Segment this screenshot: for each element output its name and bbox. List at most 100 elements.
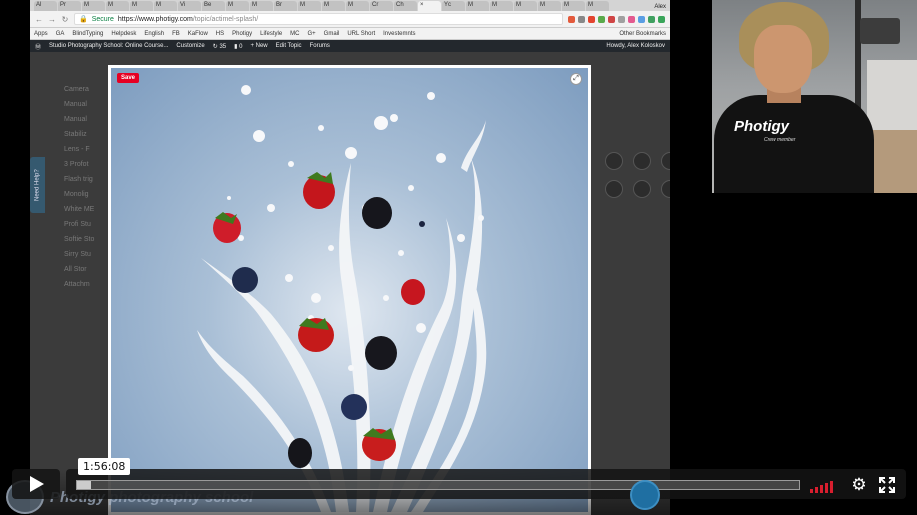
browser-tab[interactable]: M bbox=[106, 1, 129, 11]
page-list-item: Flash trig bbox=[64, 176, 93, 183]
play-button[interactable] bbox=[12, 469, 60, 499]
extension-icon[interactable] bbox=[578, 15, 585, 23]
extension-icon[interactable] bbox=[638, 15, 645, 23]
avatar[interactable] bbox=[633, 152, 651, 170]
expand-icon[interactable]: ⤢ bbox=[570, 73, 582, 85]
admin-site-link[interactable]: Studio Photography School: Online Course… bbox=[49, 43, 168, 49]
admin-howdy[interactable]: Howdy, Alex Koloskov bbox=[606, 43, 665, 49]
page-list-item: Sirry Stu bbox=[64, 251, 91, 258]
page-list-item: Monolig bbox=[64, 191, 89, 198]
lock-icon: 🔒 bbox=[79, 16, 88, 23]
extension-icon[interactable] bbox=[658, 15, 665, 23]
settings-gear-icon[interactable]: ⚙ bbox=[850, 476, 868, 494]
avatar[interactable] bbox=[661, 152, 670, 170]
volume-icon[interactable] bbox=[810, 480, 833, 493]
avatar[interactable] bbox=[605, 152, 623, 170]
back-icon[interactable]: ← bbox=[35, 15, 43, 24]
browser-tab[interactable]: Ch bbox=[394, 1, 417, 11]
image-lightbox: Save ⤢ bbox=[108, 65, 591, 515]
bookmark-item[interactable]: Photigy bbox=[232, 31, 252, 37]
bookmark-item[interactable]: HS bbox=[216, 31, 224, 37]
milk-splash bbox=[197, 85, 487, 512]
bookmark-item[interactable]: MC bbox=[290, 31, 299, 37]
bookmark-item[interactable]: G+ bbox=[308, 31, 316, 37]
progress-bar[interactable] bbox=[76, 480, 800, 490]
browser-tab[interactable]: M bbox=[154, 1, 177, 11]
page-list-item: Manual bbox=[64, 101, 87, 108]
fullscreen-icon[interactable] bbox=[879, 477, 895, 493]
browser-tab[interactable]: M bbox=[514, 1, 537, 11]
bookmark-item[interactable]: Apps bbox=[34, 31, 48, 37]
browser-tab[interactable]: Al bbox=[34, 1, 57, 11]
admin-edit-topic[interactable]: Edit Topic bbox=[276, 43, 302, 49]
bookmark-item[interactable]: Lifestyle bbox=[260, 31, 282, 37]
extension-icon[interactable] bbox=[628, 15, 635, 23]
browser-tab[interactable]: × bbox=[418, 1, 441, 11]
url-host: https://www.photigy.com bbox=[117, 15, 193, 23]
avatar[interactable] bbox=[605, 180, 623, 198]
admin-customize[interactable]: Customize bbox=[176, 43, 204, 49]
browser-tab[interactable]: Be bbox=[202, 1, 225, 11]
extension-icon[interactable] bbox=[648, 15, 655, 23]
browser-tab[interactable]: M bbox=[538, 1, 561, 11]
browser-tab[interactable]: M bbox=[466, 1, 489, 11]
bookmark-item[interactable]: GA bbox=[56, 31, 65, 37]
pinterest-save-button[interactable]: Save bbox=[117, 73, 140, 83]
browser-tab[interactable]: M bbox=[226, 1, 249, 11]
bookmark-item[interactable]: English bbox=[144, 31, 164, 37]
browser-tab[interactable]: M bbox=[322, 1, 345, 11]
extension-icon[interactable] bbox=[598, 15, 605, 23]
wordpress-icon[interactable]: Ⓦ bbox=[35, 42, 41, 51]
browser-tab[interactable]: Br bbox=[274, 1, 297, 11]
browser-tab[interactable]: Pr bbox=[58, 1, 81, 11]
address-bar: ← → ↻ 🔒 Secure https://www.photigy.com/t… bbox=[30, 11, 670, 28]
reload-icon[interactable]: ↻ bbox=[61, 15, 69, 24]
admin-forums[interactable]: Forums bbox=[310, 43, 330, 49]
bookmark-item[interactable]: Investemnts bbox=[383, 31, 415, 37]
avatar[interactable] bbox=[633, 180, 651, 198]
extension-icon[interactable] bbox=[618, 15, 625, 23]
member-avatars bbox=[605, 152, 670, 198]
browser-tab[interactable]: M bbox=[130, 1, 153, 11]
extension-icon[interactable] bbox=[568, 15, 575, 23]
browser-tab[interactable]: M bbox=[250, 1, 273, 11]
browser-tab[interactable]: Yc bbox=[442, 1, 465, 11]
admin-comments[interactable]: ▮ 0 bbox=[234, 43, 242, 50]
time-tooltip: 1:56:08 bbox=[78, 458, 131, 475]
browser-tab[interactable]: M bbox=[298, 1, 321, 11]
bookmark-item[interactable]: KaFlow bbox=[188, 31, 208, 37]
profile-name[interactable]: Alex bbox=[650, 3, 670, 11]
url-path: /topic/actimel-splash/ bbox=[192, 15, 259, 23]
extension-icon[interactable] bbox=[608, 15, 615, 23]
avatar[interactable] bbox=[661, 180, 670, 198]
browser-tab[interactable]: Vi bbox=[178, 1, 201, 11]
bookmark-item[interactable]: Helpdesk bbox=[111, 31, 136, 37]
need-help-tab[interactable]: Need Help? bbox=[30, 157, 45, 213]
browser-tab[interactable]: Cr bbox=[370, 1, 393, 11]
strawberry bbox=[303, 172, 335, 209]
updates-count: 35 bbox=[219, 43, 227, 50]
browser-tab[interactable]: M bbox=[82, 1, 105, 11]
bookmark-item[interactable]: URL Short bbox=[347, 31, 375, 37]
browser-tab[interactable]: M bbox=[562, 1, 585, 11]
bookmark-item[interactable]: Gmail bbox=[324, 31, 340, 37]
volume-bar bbox=[810, 489, 813, 493]
blueberry bbox=[341, 394, 367, 420]
comments-count: 0 bbox=[239, 43, 243, 50]
bookmark-item[interactable]: FB bbox=[172, 31, 180, 37]
browser-tab[interactable]: M bbox=[346, 1, 369, 11]
bookmark-item[interactable]: BlindTyping bbox=[72, 31, 103, 37]
url-input[interactable]: 🔒 Secure https://www.photigy.com/topic/a… bbox=[74, 13, 563, 25]
page-list-item: Camera bbox=[64, 86, 89, 93]
admin-updates[interactable]: ↻ 35 bbox=[213, 43, 226, 50]
help-chat-button[interactable] bbox=[630, 480, 660, 510]
page-left-column: Camera Manual Manual Stabiliz Lens - F 3 Prof… bbox=[64, 82, 114, 292]
extension-icon[interactable] bbox=[588, 15, 595, 23]
other-bookmarks[interactable]: Other Bookmarks bbox=[619, 31, 666, 37]
admin-new[interactable]: + New bbox=[250, 43, 267, 49]
forward-icon[interactable]: → bbox=[48, 15, 56, 24]
browser-tab[interactable]: M bbox=[586, 1, 609, 11]
page-list-item: Attachm bbox=[64, 281, 90, 288]
browser-tab[interactable]: M bbox=[490, 1, 513, 11]
presenter-face bbox=[754, 25, 812, 93]
